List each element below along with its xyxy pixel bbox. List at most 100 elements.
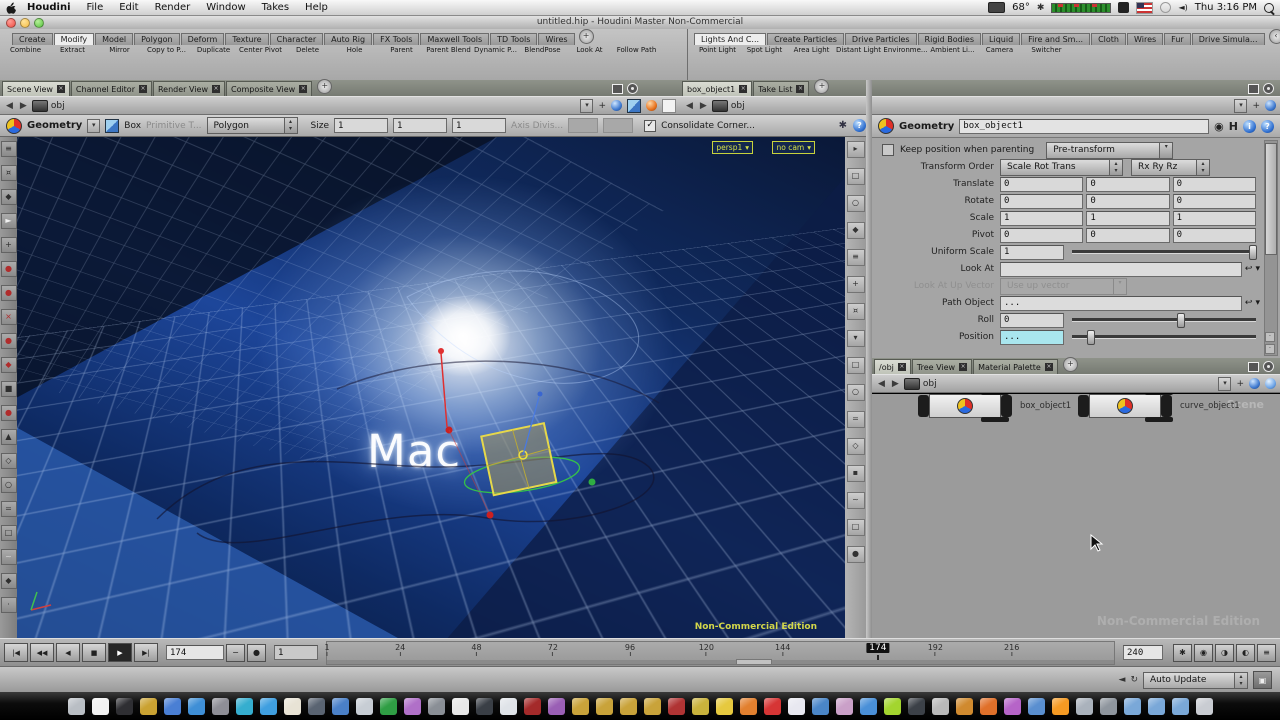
viewport-tool-icon[interactable]: ● [1,261,17,277]
display-status-icon[interactable] [988,2,1005,13]
shelf-tool[interactable]: BlendPose [519,46,566,54]
display-option-icon[interactable]: ◇ [847,438,865,455]
shelf-tool[interactable]: Hole [331,46,378,54]
help-icon[interactable]: ? [1261,120,1274,133]
dock-app-icon[interactable] [356,698,373,715]
shelf-tab[interactable]: FX Tools [373,33,419,45]
network-node-icon[interactable] [32,100,48,112]
dock-app-icon[interactable] [1172,698,1189,715]
path-dropdown-icon[interactable]: ▾ [1234,99,1247,113]
dock-app-icon[interactable] [932,698,949,715]
node-bottom-connector[interactable] [981,417,1009,422]
shelf-tab[interactable]: Rigid Bodies [918,33,981,45]
shelf-tab[interactable]: Texture [225,33,268,45]
shelf-tab[interactable]: Auto Rig [324,33,372,45]
display-option-icon[interactable]: □ [847,519,865,536]
consolidate-checkbox[interactable]: ✓ [644,120,656,132]
vector-x-field[interactable]: 1 [1000,211,1083,226]
shelf-tab[interactable]: Cloth [1091,33,1126,45]
dock-app-icon[interactable] [1028,698,1045,715]
transport-button[interactable]: |◀ [4,643,28,662]
dock-app-icon[interactable] [1196,698,1213,715]
dock-app-icon[interactable] [164,698,181,715]
dock-app-icon[interactable] [692,698,709,715]
pane-tab[interactable]: /obj × [874,359,911,374]
playback-option-button[interactable]: ✱ [1173,644,1192,662]
viewport-tool-icon[interactable]: ◆ [1,573,17,589]
transport-button[interactable]: ▶ [108,643,132,662]
shelf-tool[interactable]: Point Light [694,46,741,54]
bluetooth-status-icon[interactable] [1118,2,1129,13]
pane-tab[interactable]: box_object1 × [682,81,752,96]
pane-tab[interactable]: Channel Editor × [71,81,152,96]
dock-app-icon[interactable] [596,698,613,715]
timeline-range-bar[interactable] [327,660,1114,664]
shelf-tool[interactable]: Area Light [788,46,835,54]
dock-app-icon[interactable] [380,698,397,715]
dock-app-icon[interactable] [644,698,661,715]
transform-order-select[interactable]: Scale Rot Trans [1000,159,1110,176]
back-icon[interactable]: ◀ [876,379,887,389]
dock-app-icon[interactable] [1076,698,1093,715]
shelf-tool[interactable]: Spot Light [741,46,788,54]
help-icon[interactable]: ? [853,119,866,132]
display-option-icon[interactable]: ◆ [847,222,865,239]
display-option-icon[interactable]: ▾ [847,330,865,347]
dock-app-icon[interactable] [500,698,517,715]
menu-item[interactable]: File [79,2,112,13]
timeline-ruler[interactable]: 1 24 48 72 96 120 144 192 216 174 [326,641,1115,665]
update-mode-select[interactable]: Auto Update [1143,672,1235,689]
shelf-tab[interactable]: Modify [54,33,95,45]
viewport-tool-icon[interactable]: × [1,309,17,325]
dock-app-icon[interactable] [1052,698,1069,715]
network-node-icon[interactable] [904,378,920,390]
viewport-tool-icon[interactable]: ● [1,333,17,349]
display-option-icon[interactable]: ▸ [847,141,865,158]
shelf-tool[interactable]: Parent Blend [425,46,472,54]
network-path[interactable]: obj [923,379,937,389]
path-dropdown-icon[interactable]: ▾ [580,99,593,113]
pane-menu-icon[interactable] [1263,83,1274,94]
viewport-tool-icon[interactable]: ■ [1,381,17,397]
vector-y-field[interactable]: 0 [1086,228,1169,243]
refresh-icon[interactable]: ↻ [1130,675,1138,685]
snapshot-cube-icon[interactable] [627,99,641,113]
network-node[interactable]: curve_object1 [1078,394,1240,418]
frame-increment-field[interactable] [274,645,318,660]
viewport-tool-icon[interactable]: ◆ [1,189,17,205]
node-output-flag[interactable] [1001,395,1012,417]
playback-option-button[interactable]: ◉ [1194,644,1213,662]
maximize-pane-icon[interactable] [1248,84,1259,94]
vector-z-field[interactable]: 0 [1173,177,1256,192]
rotate-order-select[interactable]: Rx Ry Rz [1131,159,1197,176]
op-path-chooser-icon[interactable]: ▾ [1255,264,1260,274]
forward-icon[interactable]: ▶ [698,101,709,111]
pane-tab[interactable]: Scene View × [2,81,70,96]
menu-item[interactable]: Window [198,2,253,13]
dock-app-icon[interactable] [788,698,805,715]
close-tab-icon[interactable]: × [57,85,65,93]
close-tab-icon[interactable]: × [212,85,220,93]
menu-bar-clock[interactable]: Thu 3:16 PM [1195,2,1257,13]
shelf-tab[interactable]: Wires [538,33,574,45]
vector-z-field[interactable]: 0 [1173,228,1256,243]
scene-viewport[interactable]: Mac persp1 ▾ no cam ▾ Non-Commercial Edi… [17,137,845,638]
link-orb-icon[interactable] [1249,378,1260,389]
close-tab-icon[interactable]: × [299,85,307,93]
link-orb-icon[interactable] [611,100,622,111]
slider-knob[interactable] [1087,330,1095,345]
menu-item[interactable]: Edit [111,2,146,13]
size-y-field[interactable] [393,118,447,133]
shelf-tool[interactable]: Distant Light [835,46,882,54]
node-top-connector[interactable] [1145,394,1173,395]
slider-knob[interactable] [1249,245,1257,260]
shelf-tab[interactable]: Drive Simula... [1192,33,1265,45]
shelf-tab[interactable]: Create Particles [767,33,844,45]
blank-swatch-icon[interactable] [662,99,676,113]
dock-app-icon[interactable] [140,698,157,715]
dock-app-icon[interactable] [980,698,997,715]
shelf-add-tab-button[interactable]: + [579,29,594,44]
gear-status-icon[interactable]: ✱ [1037,3,1045,13]
shelf-tab[interactable]: Fur [1164,33,1191,45]
menu-item[interactable]: Takes [254,2,297,13]
